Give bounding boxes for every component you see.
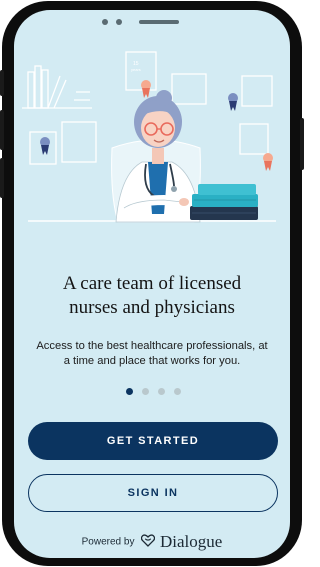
- app-screen: 15 years A care team of licensed nurses …: [14, 10, 290, 558]
- svg-text:years: years: [131, 67, 141, 72]
- page-dot-active[interactable]: [126, 388, 133, 395]
- sign-in-button[interactable]: SIGN IN: [28, 474, 278, 512]
- onboarding-subtitle: Access to the best healthcare profession…: [28, 339, 276, 369]
- powered-by-footer: Powered by Dialogue: [14, 532, 290, 552]
- subtitle-line: a time and place that works for you.: [63, 355, 241, 367]
- get-started-button[interactable]: GET STARTED: [28, 422, 278, 460]
- page-dot[interactable]: [142, 388, 149, 395]
- phone-side-button: [300, 118, 304, 170]
- phone-side-button: [0, 158, 4, 198]
- subtitle-line: Access to the best healthcare profession…: [36, 340, 268, 352]
- status-bar: [14, 10, 290, 32]
- powered-by-label: Powered by: [81, 536, 135, 548]
- sensor-dot: [116, 19, 122, 25]
- dialogue-brand-logo: Dialogue: [160, 532, 223, 551]
- speaker-slot: [139, 20, 179, 24]
- phone-side-button: [0, 110, 4, 150]
- doctor-illustration: 15 years: [22, 51, 276, 223]
- page-dot[interactable]: [174, 388, 181, 395]
- page-dot[interactable]: [158, 388, 165, 395]
- onboarding-headline: A care team of licensed nurses and physi…: [14, 272, 290, 320]
- page-indicator: [126, 382, 181, 395]
- dialogue-heart-icon: [141, 534, 156, 550]
- headline-line: A care team of licensed: [62, 273, 242, 294]
- camera-dot: [102, 19, 108, 25]
- headline-line: nurses and physicians: [69, 297, 235, 318]
- phone-side-button: [0, 70, 4, 96]
